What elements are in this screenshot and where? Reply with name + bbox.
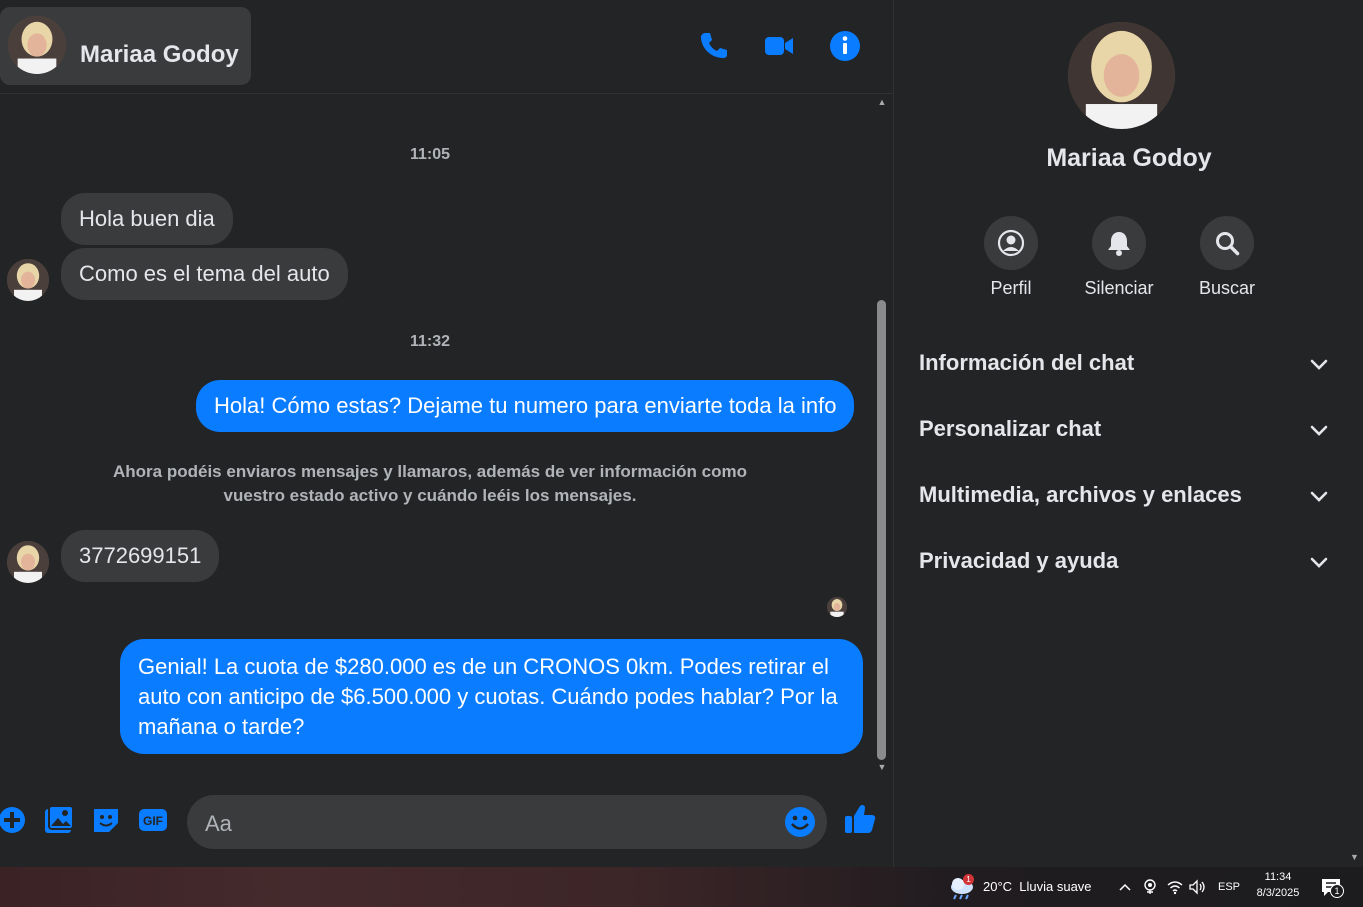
message-input-placeholder: Aa xyxy=(205,811,232,836)
weather-badge: 1 xyxy=(963,874,974,885)
user-circle-icon[interactable] xyxy=(984,216,1038,270)
section-privacy-help[interactable]: Privacidad y ayuda xyxy=(919,540,1329,580)
profile-action[interactable]: Perfil xyxy=(961,216,1061,299)
mute-action[interactable]: Silenciar xyxy=(1069,216,1169,299)
section-label: Información del chat xyxy=(919,350,1135,375)
section-label: Multimedia, archivos y enlaces xyxy=(919,482,1242,507)
chat-header: Mariaa Godoy xyxy=(0,0,893,94)
incoming-message[interactable]: 3772699151 xyxy=(61,530,220,582)
notification-count: 1 xyxy=(1330,884,1344,898)
gif-icon[interactable]: GIF xyxy=(137,804,169,836)
read-receipt-avatar xyxy=(827,597,847,617)
outgoing-message[interactable]: Hola! Cómo estas? Dejame tu numero para … xyxy=(196,380,855,432)
message-input[interactable]: Aa xyxy=(187,795,827,849)
chevron-down-icon xyxy=(1310,557,1328,568)
section-media-files-links[interactable]: Multimedia, archivos y enlaces xyxy=(919,474,1329,514)
panel-scroll-down-arrow[interactable]: ▼ xyxy=(1350,852,1359,862)
language-indicator[interactable]: ESP xyxy=(1218,881,1240,893)
contact-name[interactable]: Mariaa Godoy xyxy=(80,41,239,69)
contact-header-button[interactable]: Mariaa Godoy xyxy=(0,7,251,85)
bell-icon[interactable] xyxy=(1092,216,1146,270)
notice-line: Ahora podéis enviaros mensajes y llamaro… xyxy=(113,462,747,481)
chevron-up-icon[interactable] xyxy=(1117,879,1133,895)
info-icon[interactable] xyxy=(829,30,861,62)
emoji-icon[interactable] xyxy=(783,805,817,839)
image-icon[interactable] xyxy=(43,804,75,836)
section-label: Personalizar chat xyxy=(919,416,1102,441)
clock-date: 8/3/2025 xyxy=(1256,887,1300,899)
action-label: Perfil xyxy=(990,278,1032,298)
meet-now-icon[interactable] xyxy=(1142,878,1158,896)
contact-avatar[interactable] xyxy=(8,16,66,74)
profile-name: Mariaa Godoy xyxy=(1046,144,1212,172)
connection-notice: Ahora podéis enviaros mensajes y llamaro… xyxy=(90,460,770,508)
section-label: Privacidad y ayuda xyxy=(919,548,1119,573)
section-customize-chat[interactable]: Personalizar chat xyxy=(919,408,1329,448)
search-action[interactable]: Buscar xyxy=(1177,216,1277,299)
section-chat-info[interactable]: Información del chat xyxy=(919,342,1329,382)
chevron-down-icon xyxy=(1310,491,1328,502)
svg-text:GIF: GIF xyxy=(143,814,163,828)
notification-center-icon[interactable]: 1 xyxy=(1320,877,1346,899)
chevron-down-icon xyxy=(1310,359,1328,370)
message-timestamp: 11:05 xyxy=(409,146,451,163)
notice-line: vuestro estado activo y cuándo leéis los… xyxy=(223,486,637,505)
scroll-down-arrow[interactable]: ▼ xyxy=(877,763,887,772)
message-timestamp: 11:32 xyxy=(409,333,451,350)
video-camera-icon[interactable] xyxy=(763,30,795,62)
contact-avatar-small[interactable] xyxy=(7,541,49,583)
outgoing-message[interactable]: Genial! La cuota de $280.000 es de un CR… xyxy=(120,639,863,754)
weather-widget[interactable]: 1 20°C Lluvia suave xyxy=(948,873,1098,901)
wifi-icon[interactable] xyxy=(1166,879,1184,895)
contact-avatar-small[interactable] xyxy=(7,259,49,301)
weather-text: 20°C Lluvia suave xyxy=(983,879,1092,894)
incoming-message[interactable]: Hola buen dia xyxy=(61,193,233,245)
clock[interactable]: 11:34 8/3/2025 xyxy=(1250,871,1306,899)
scroll-up-arrow[interactable]: ▲ xyxy=(877,98,887,107)
chat-pane: Mariaa Godoy ▲ ▼ 11:05 Hola buen dia Com… xyxy=(0,0,893,867)
chat-details-panel: Mariaa Godoy Perfil Silenciar Buscar Inf… xyxy=(893,0,1363,867)
thumbs-up-icon[interactable] xyxy=(843,802,877,836)
profile-avatar[interactable] xyxy=(1068,22,1175,129)
incoming-message[interactable]: Como es el tema del auto xyxy=(61,248,348,300)
scrollbar-thumb[interactable] xyxy=(877,300,886,760)
messenger-window: Mariaa Godoy ▲ ▼ 11:05 Hola buen dia Com… xyxy=(0,0,1363,867)
action-label: Buscar xyxy=(1198,278,1256,298)
action-label: Silenciar xyxy=(1084,278,1154,298)
speaker-icon[interactable] xyxy=(1188,878,1206,896)
search-icon[interactable] xyxy=(1200,216,1254,270)
sticker-icon[interactable] xyxy=(90,804,122,836)
windows-taskbar: 1 20°C Lluvia suave ESP 11:34 8/3/2025 1 xyxy=(0,867,1363,907)
message-composer: GIF Aa xyxy=(0,790,893,856)
phone-icon[interactable] xyxy=(697,30,729,62)
plus-icon[interactable] xyxy=(0,804,28,836)
chevron-down-icon xyxy=(1310,425,1328,436)
clock-time: 11:34 xyxy=(1264,871,1292,883)
